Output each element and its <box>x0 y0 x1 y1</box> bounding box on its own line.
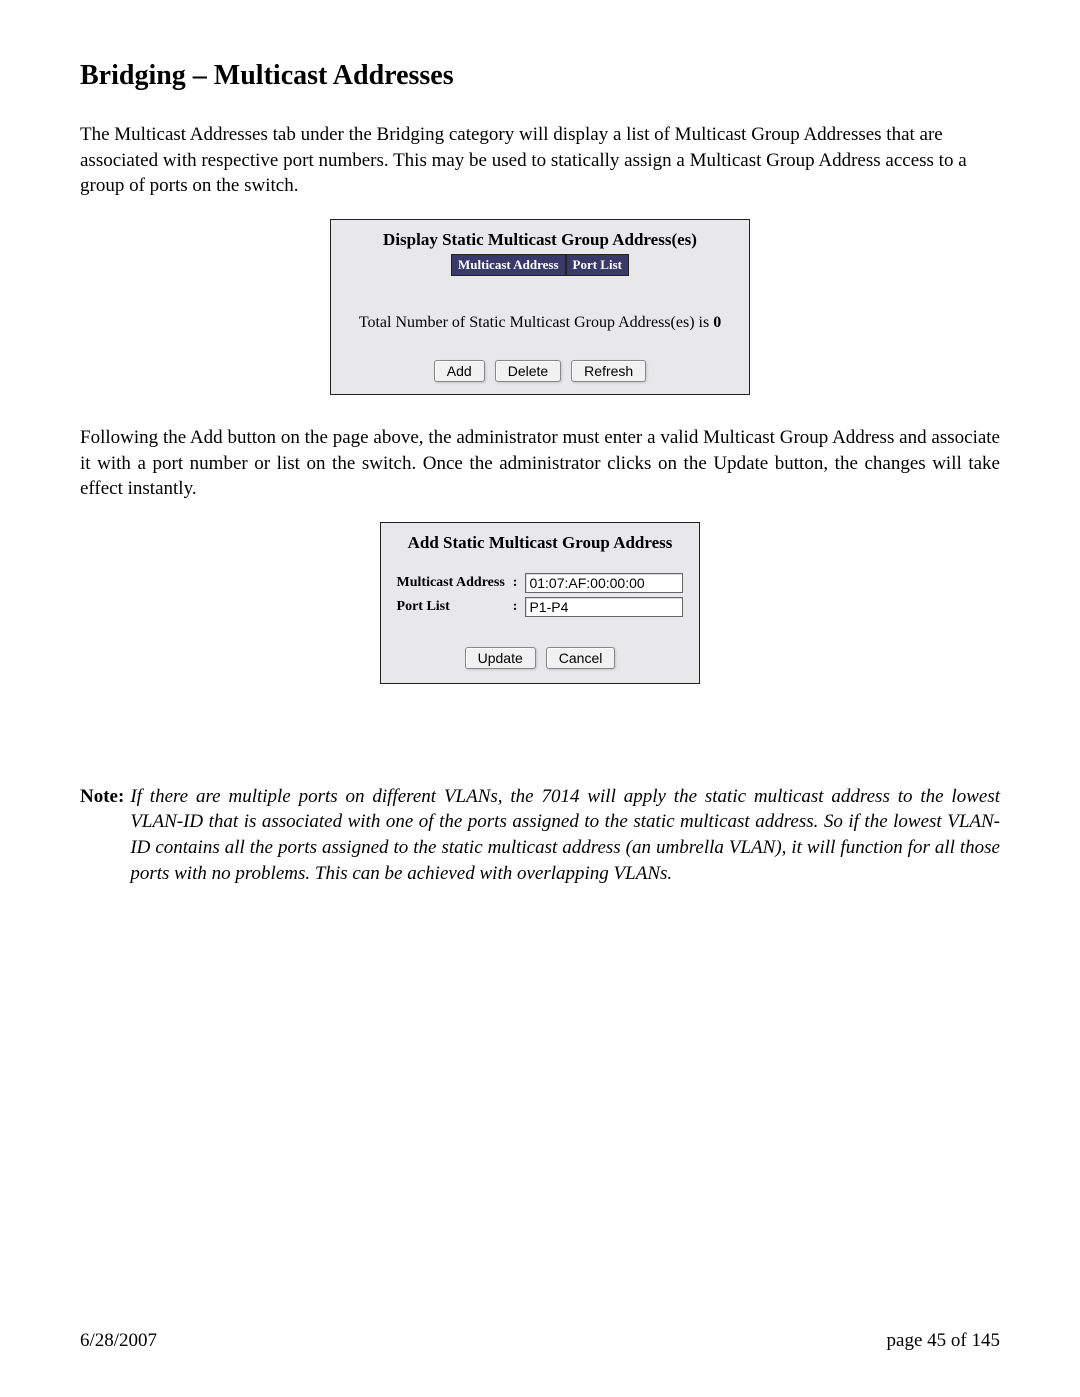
panel2-form-table: Multicast Address : Port List : <box>393 571 688 619</box>
refresh-button[interactable]: Refresh <box>571 360 646 382</box>
row-port-list: Port List : <box>393 595 688 619</box>
note-label: Note: <box>80 784 130 887</box>
panel1-button-row: Add Delete Refresh <box>339 360 741 382</box>
footer-date: 6/28/2007 <box>80 1330 157 1352</box>
colon: : <box>509 595 522 619</box>
row-multicast-address: Multicast Address : <box>393 571 688 595</box>
add-multicast-panel: Add Static Multicast Group Address Multi… <box>380 522 700 684</box>
panel1-total-value: 0 <box>713 314 721 331</box>
panel1-total-line: Total Number of Static Multicast Group A… <box>339 314 741 332</box>
footer-page: page 45 of 145 <box>887 1330 1000 1352</box>
update-button[interactable]: Update <box>465 647 536 669</box>
panel2-title: Add Static Multicast Group Address <box>391 533 689 553</box>
col-port-list: Port List <box>566 254 629 276</box>
delete-button[interactable]: Delete <box>495 360 561 382</box>
port-list-input[interactable] <box>525 597 683 617</box>
panel1-total-prefix: Total Number of Static Multicast Group A… <box>359 314 713 331</box>
document-page: Bridging – Multicast Addresses The Multi… <box>0 0 1080 1397</box>
note-text: If there are multiple ports on different… <box>130 784 1000 887</box>
multicast-address-input[interactable] <box>525 573 683 593</box>
page-title: Bridging – Multicast Addresses <box>80 60 1000 92</box>
label-port-list: Port List <box>393 595 509 619</box>
page-footer: 6/28/2007 page 45 of 145 <box>80 1330 1000 1352</box>
add-button[interactable]: Add <box>434 360 485 382</box>
colon: : <box>509 571 522 595</box>
cancel-button[interactable]: Cancel <box>546 647 616 669</box>
note-block: Note: If there are multiple ports on dif… <box>80 784 1000 887</box>
panel2-button-row: Update Cancel <box>391 647 689 669</box>
label-multicast-address: Multicast Address <box>393 571 509 595</box>
col-multicast-address: Multicast Address <box>451 254 566 276</box>
panel1-table-header: Multicast Address Port List <box>339 254 741 276</box>
panel1-title: Display Static Multicast Group Address(e… <box>339 230 741 250</box>
display-multicast-panel: Display Static Multicast Group Address(e… <box>330 219 750 395</box>
middle-paragraph: Following the Add button on the page abo… <box>80 425 1000 502</box>
intro-paragraph: The Multicast Addresses tab under the Br… <box>80 122 1000 199</box>
